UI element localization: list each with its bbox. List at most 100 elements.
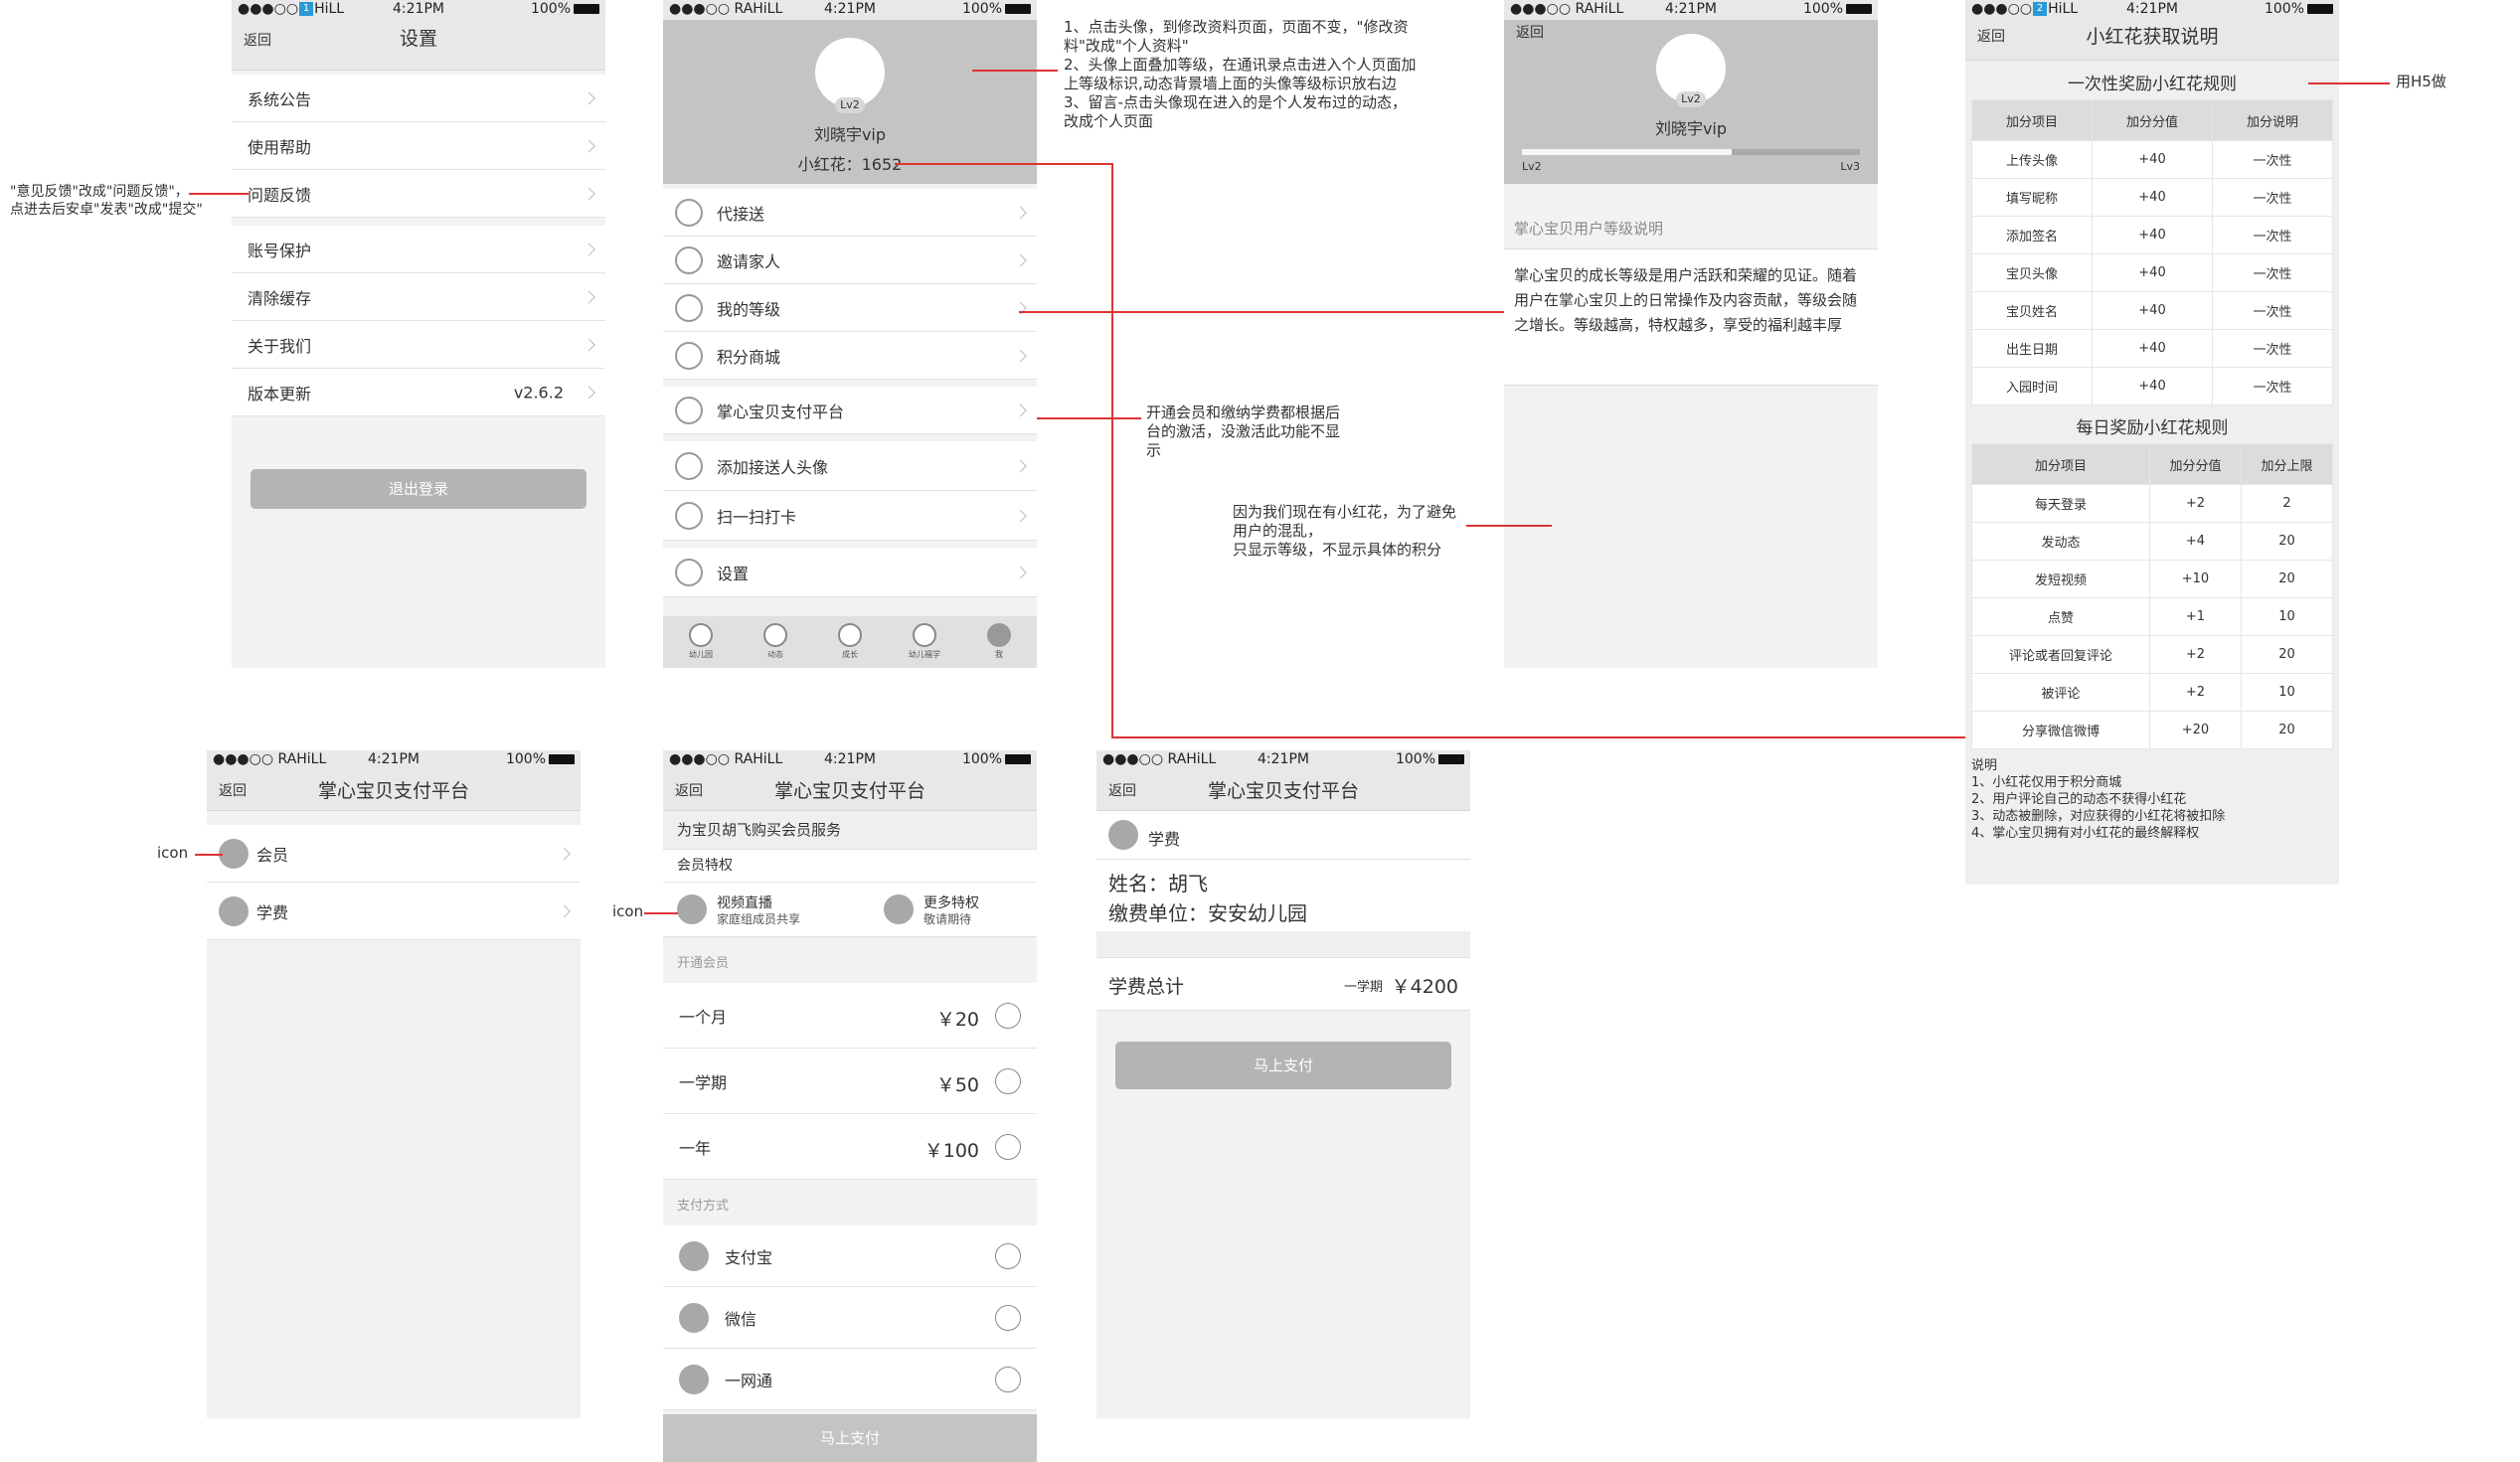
me-icon (987, 623, 1011, 647)
tab-growth[interactable]: 成长 (815, 616, 885, 660)
status-battery: 100% (961, 1, 1002, 17)
radio-icon[interactable] (995, 1367, 1021, 1392)
radio-icon[interactable] (995, 1134, 1021, 1160)
annotation-line (895, 163, 1112, 165)
menu-item-add-pickup-avatar[interactable]: 添加接送人头像 (663, 441, 1037, 491)
tuition-icon (1108, 820, 1138, 850)
tuition-icon (219, 896, 249, 926)
settings-item-clear-cache[interactable]: 清除缓存 (232, 273, 605, 321)
radio-icon[interactable] (995, 1305, 1021, 1331)
status-battery: 100% (1802, 1, 1843, 17)
back-button[interactable]: 返回 (1516, 22, 1544, 42)
status-battery: 100% (961, 751, 1002, 767)
level-icon (675, 294, 703, 322)
annotation-line (1019, 311, 1504, 313)
annotation-line (195, 854, 223, 856)
page-title: 掌心宝贝支付平台 (773, 780, 925, 802)
status-battery: 100% (2264, 1, 2304, 17)
level-header: 返回 Lv2 刘晓宇vip Lv2 Lv3 (1504, 20, 1878, 184)
menu-item-invite-family[interactable]: 邀请家人 (663, 237, 1037, 284)
method-yiwangtong[interactable]: 一网通 (663, 1349, 1037, 1410)
profile-screen: ●●●○○ RAHiLL 4:21PM 100% Lv2 刘晓宇vip 小红花：… (663, 0, 1037, 668)
battery-icon (574, 4, 599, 14)
status-bar: ●●●○○ 1 HiLL 4:21PM 100% (232, 0, 605, 20)
table-row: 入园时间 +40 一次性 (1971, 367, 2333, 406)
table-row: 添加签名 +40 一次性 (1971, 216, 2333, 254)
payment-item-membership[interactable]: 会员 (207, 825, 581, 883)
flower-rules-screen: ●●●○○ 2 HiLL 4:21PM 100% 返回 小红花获取说明 一次性奖励小… (1965, 0, 2339, 885)
chevron-right-icon (1014, 253, 1027, 266)
pay-now-button[interactable]: 马上支付 (663, 1414, 1037, 1462)
tuition-total-label: 学费总计 (1108, 976, 1185, 998)
menu-item-pickup[interactable]: 代接送 (663, 189, 1037, 237)
once-rules-title: 一次性奖励小红花规则 (2068, 75, 2237, 94)
tab-me[interactable]: 我 (964, 616, 1034, 660)
settings-item-version[interactable]: 版本更新 v2.6.2 (232, 369, 605, 416)
plan-year[interactable]: 一年 ￥100 (663, 1114, 1037, 1180)
plan-month[interactable]: 一个月 ￥20 (663, 983, 1037, 1049)
menu-item-settings[interactable]: 设置 (663, 548, 1037, 597)
annotation-feedback: "意见反馈"改成"问题反馈"， 点进去后安卓"发表"改成"提交" (10, 184, 203, 218)
payment-unit: 缴费单位：安安幼儿园 (1108, 901, 1307, 925)
level-from: Lv2 (1522, 160, 1542, 173)
chevron-right-icon (583, 187, 595, 200)
perks-row: 视频直播 家庭组成员共享 更多特权 敬请期待 (663, 883, 1037, 937)
plan-price: ￥20 (935, 1009, 979, 1031)
tab-moments[interactable]: 动态 (741, 616, 810, 660)
chevron-right-icon (583, 290, 595, 303)
chevron-right-icon (1014, 349, 1027, 362)
menu-item-points-mall[interactable]: 积分商城 (663, 332, 1037, 380)
membership-purchase-screen: ●●●○○ RAHiLL 4:21PM 100% 返回 掌心宝贝支付平台 为宝贝… (663, 750, 1037, 1462)
kindergarten-icon (689, 623, 713, 647)
add-avatar-icon (675, 452, 703, 480)
invite-icon (675, 246, 703, 274)
settings-item-help[interactable]: 使用帮助 (232, 122, 605, 170)
method-wechat[interactable]: 微信 (663, 1287, 1037, 1349)
status-bar: ●●●○○ 2 HiLL 4:21PM 100% (1965, 0, 2339, 20)
status-bar: ●●●○○ RAHiLL 4:21PM 100% (207, 750, 581, 770)
table-row: 评论或者回复评论 +2 20 (1971, 635, 2334, 674)
once-rules-table: 加分项目 加分分值 加分说明 上传头像 +40 一次性 填写昵称 +40 一次性 添加签… (1971, 99, 2333, 406)
payment-method-title: 支付方式 (663, 1188, 1037, 1225)
profile-header: Lv2 刘晓宇vip 小红花：1652 (663, 20, 1037, 184)
pay-now-button[interactable]: 马上支付 (1115, 1042, 1451, 1089)
settings-item-announcement[interactable]: 系统公告 (232, 75, 605, 122)
annotation-icon-membership: icon (157, 844, 189, 862)
menu-item-my-level[interactable]: 我的等级 (663, 284, 1037, 332)
menu-item-scan-checkin[interactable]: 扫一扫打卡 (663, 491, 1037, 541)
plan-price: ￥50 (935, 1074, 979, 1096)
table-row: 发短视频 +10 20 (1971, 560, 2334, 598)
tab-learning[interactable]: 幼儿福学 (890, 616, 959, 660)
table-header: 加分项目 (1971, 443, 2150, 485)
page-title: 小红花获取说明 (2086, 26, 2219, 48)
menu-item-payment-platform[interactable]: 掌心宝贝支付平台 (663, 387, 1037, 434)
radio-icon[interactable] (995, 1068, 1021, 1094)
battery-icon (549, 754, 575, 764)
status-bar: ●●●○○ RAHiLL 4:21PM 100% (1504, 0, 1878, 20)
chevron-right-icon (1014, 206, 1027, 219)
payment-item-tuition[interactable]: 学费 (207, 883, 581, 940)
settings-item-feedback[interactable]: 问题反馈 (232, 170, 605, 218)
chevron-right-icon (583, 243, 595, 255)
tab-kindergarten[interactable]: 幼儿园 (666, 616, 736, 660)
table-header: 加分分值 (2092, 99, 2213, 141)
method-alipay[interactable]: 支付宝 (663, 1225, 1037, 1287)
tuition-total-row: 学费总计 一学期 ￥4200 (1096, 957, 1470, 1011)
chevron-right-icon (558, 904, 571, 917)
settings-item-account-protection[interactable]: 账号保护 (232, 226, 605, 273)
annotation-level-only: 因为我们现在有小红花，为了避免 用户的混乱， 只显示等级，不显示具体的积分 (1233, 503, 1457, 559)
logout-button[interactable]: 退出登录 (251, 469, 587, 509)
table-row: 分享微信微博 +20 20 (1971, 711, 2334, 749)
scan-icon (675, 502, 703, 530)
battery-icon (2307, 4, 2333, 14)
radio-icon[interactable] (995, 1003, 1021, 1029)
chevron-right-icon (1014, 509, 1027, 522)
nav-bar: 返回 设置 (232, 20, 605, 71)
level-screen: ●●●○○ RAHiLL 4:21PM 100% 返回 Lv2 刘晓宇vip L… (1504, 0, 1878, 668)
perks-title: 会员特权 (663, 850, 1037, 883)
radio-icon[interactable] (995, 1243, 1021, 1269)
level-description: 掌心宝贝的成长等级是用户活跃和荣耀的见证。随着用户在掌心宝贝上的日常操作及内容贡… (1504, 249, 1878, 386)
plan-semester[interactable]: 一学期 ￥50 (663, 1049, 1037, 1114)
settings-item-about[interactable]: 关于我们 (232, 321, 605, 369)
annotation-line (1466, 525, 1552, 527)
